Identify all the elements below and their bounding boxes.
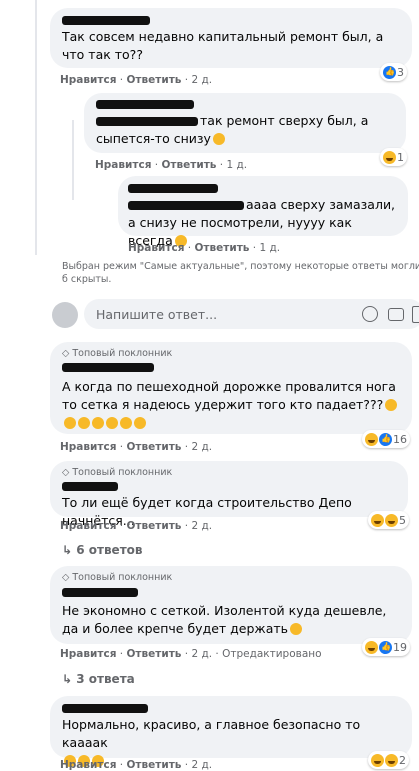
reply-link[interactable]: Ответить [126,74,181,86]
like-reaction-icon [383,65,396,79]
like-link[interactable]: Нравится [128,242,184,254]
like-link[interactable]: Нравится [95,159,151,171]
author-name[interactable] [62,704,148,713]
timestamp[interactable]: 2 д. [191,74,212,86]
like-reaction-icon [379,432,392,446]
thread-line [72,120,74,200]
haha-reaction-icon [365,640,378,654]
like-link[interactable]: Нравится [60,648,116,660]
view-replies-link[interactable]: ↳ 6 ответов [62,543,143,557]
sort-notice: Выбран режим "Самые актуальные", поэтому… [62,261,419,285]
laugh-emoji-icon [212,133,225,145]
reaction-counter[interactable]: 16 [362,430,410,448]
reply-link[interactable]: Ответить [126,441,181,453]
reply-input[interactable]: Напишите ответ... [96,307,217,322]
emoji-icon [78,417,90,429]
timestamp[interactable]: 1 д. [259,242,280,254]
emoji-icon [64,417,76,429]
haha-reaction-icon [371,513,384,527]
reply-link[interactable]: Ответить [126,759,181,771]
author-name[interactable] [96,100,194,109]
author-name[interactable] [62,16,150,25]
emoji-icon [106,417,118,429]
author-name[interactable] [62,363,154,372]
like-reaction-icon [379,640,392,654]
timestamp[interactable]: 2 д. [191,759,212,771]
haha-reaction-icon [383,150,396,164]
reaction-counter[interactable]: 19 [362,638,410,656]
comment-actions: Нравится · Ответить · 2 д. · Отредактиро… [60,648,322,660]
avatar [52,302,78,328]
haha-reaction-icon [365,432,378,446]
comment-text: Не экономно с сеткой. Изолентой куда деш… [62,603,387,636]
thinking-emoji-icon [290,623,303,635]
reply-link[interactable]: Ответить [126,520,181,532]
top-fan-badge: ◇ Топовый поклонник [62,467,173,478]
reaction-counter[interactable]: 2 [368,751,409,769]
comment-text: А когда по пешеходной дорожке провалится… [62,378,407,432]
reply-arrow-icon: ↳ [62,672,77,686]
wow-reaction-icon [385,513,398,527]
comment-actions: Нравится · Ответить · 2 д. [60,759,213,771]
emoji-icon[interactable] [362,306,378,322]
reply-box[interactable]: Напишите ответ... [84,299,419,329]
haha-reaction-icon [371,753,384,767]
author-name[interactable] [128,184,218,193]
reaction-counter[interactable]: 1 [380,148,407,166]
like-link[interactable]: Нравится [60,520,116,532]
top-fan-badge: ◇ Топовый поклонник [62,572,173,583]
reply-link[interactable]: Ответить [126,648,181,660]
comment-actions: Нравится · Ответить · 1 д. [95,159,248,171]
comment-actions: Нравится · Ответить · 2 д. [60,441,213,453]
comment-text: так ремонт сверху был, а сыпется-то сниз… [96,113,369,146]
comment-actions: Нравится · Ответить · 2 д. [60,74,213,86]
reaction-counter[interactable]: 5 [368,511,409,529]
view-replies-link[interactable]: ↳ 3 ответа [62,672,135,686]
comment-actions: Нравится · Ответить · 2 д. [60,520,213,532]
diamond-icon: ◇ [62,467,73,478]
reply-link[interactable]: Ответить [194,242,249,254]
diamond-icon: ◇ [62,572,73,583]
top-fan-badge: ◇ Топовый поклонник [62,348,173,359]
emoji-icon [385,399,398,411]
timestamp[interactable]: 2 д. [191,441,212,453]
edited-label: Отредактировано [222,648,322,660]
camera-icon[interactable] [388,308,404,321]
timestamp[interactable]: 2 д. [191,648,212,660]
wow-reaction-icon [385,753,398,767]
reply-link[interactable]: Ответить [161,159,216,171]
reply-arrow-icon: ↳ [62,543,77,557]
emoji-icon [120,417,132,429]
like-link[interactable]: Нравится [60,74,116,86]
comment-text: Так совсем недавно капитальный ремонт бы… [62,29,384,62]
author-name[interactable] [62,588,138,597]
like-link[interactable]: Нравится [60,441,116,453]
emoji-icon [92,417,104,429]
timestamp[interactable]: 1 д. [226,159,247,171]
reaction-counter[interactable]: 3 [380,63,407,81]
gif-icon[interactable] [412,306,419,323]
emoji-icon [134,417,146,429]
like-link[interactable]: Нравится [60,759,116,771]
timestamp[interactable]: 2 д. [191,520,212,532]
thread-line [35,0,37,255]
comment-actions: Нравится · Ответить · 1 д. [128,242,281,254]
diamond-icon: ◇ [62,348,73,359]
author-name[interactable] [62,482,118,491]
